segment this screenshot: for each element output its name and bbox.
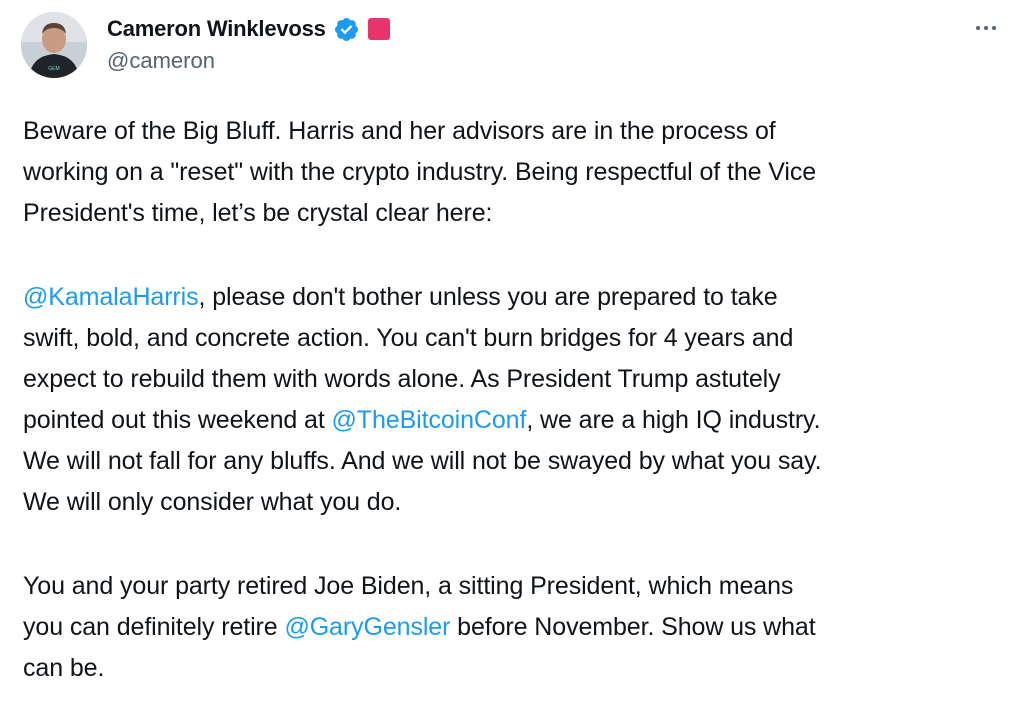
tweet-line: We will not fall for any bluffs. And we … [23, 447, 822, 475]
tweet-text-segment: before November. Show us what [450, 613, 816, 641]
author-handle[interactable]: @cameron [107, 48, 215, 74]
mention-link-garygensler[interactable]: @GaryGensler [284, 613, 450, 641]
tweet-line: We will only consider what you do. [23, 488, 402, 516]
svg-text:GEM: GEM [48, 66, 59, 72]
more-horizontal-icon [974, 26, 998, 30]
tweet-line: Beware of the Big Bluff. Harris and her … [23, 117, 776, 145]
tweet-line: You and your party retired Joe Biden, a … [23, 572, 794, 600]
profile-photo-icon: GEM [21, 12, 87, 78]
affiliate-badge-icon[interactable] [367, 18, 390, 40]
more-options-button[interactable] [968, 14, 1004, 42]
tweet-text: Beware of the Big Bluff. Harris and her … [23, 111, 1013, 689]
mention-link-thebitcoinconf[interactable]: @TheBitcoinConf [332, 406, 527, 434]
tweet-text-segment: you can definitely retire [23, 613, 285, 641]
tweet-text-segment: pointed out this weekend at [23, 406, 332, 434]
tweet-line: expect to rebuild them with words alone.… [23, 365, 781, 393]
tweet-line: pointed out this weekend at @TheBitcoinC… [23, 400, 1013, 441]
author-avatar[interactable]: GEM [21, 12, 87, 78]
tweet-text-segment: , we are a high IQ industry. [526, 406, 821, 434]
tweet-text-segment: , please don't bother unless you are pre… [198, 283, 778, 311]
author-display-name[interactable]: Cameron Winklevoss [107, 16, 326, 42]
author-name-row: Cameron Winklevoss [107, 14, 390, 44]
mention-link-kamalaharris[interactable]: @KamalaHarris [23, 283, 199, 311]
verified-badge-icon[interactable] [333, 16, 360, 43]
tweet-line: @KamalaHarris, please don't bother unles… [23, 277, 1013, 318]
tweet-line: working on a "reset" with the crypto ind… [23, 158, 817, 186]
tweet-card: GEM Cameron Winklevoss @cameron Beware o… [0, 0, 1024, 706]
tweet-line: President's time, let’s be crystal clear… [23, 199, 493, 227]
tweet-line: can be. [23, 654, 105, 682]
tweet-line: you can definitely retire @GaryGensler b… [23, 607, 1013, 648]
tweet-line: swift, bold, and concrete action. You ca… [23, 324, 794, 352]
